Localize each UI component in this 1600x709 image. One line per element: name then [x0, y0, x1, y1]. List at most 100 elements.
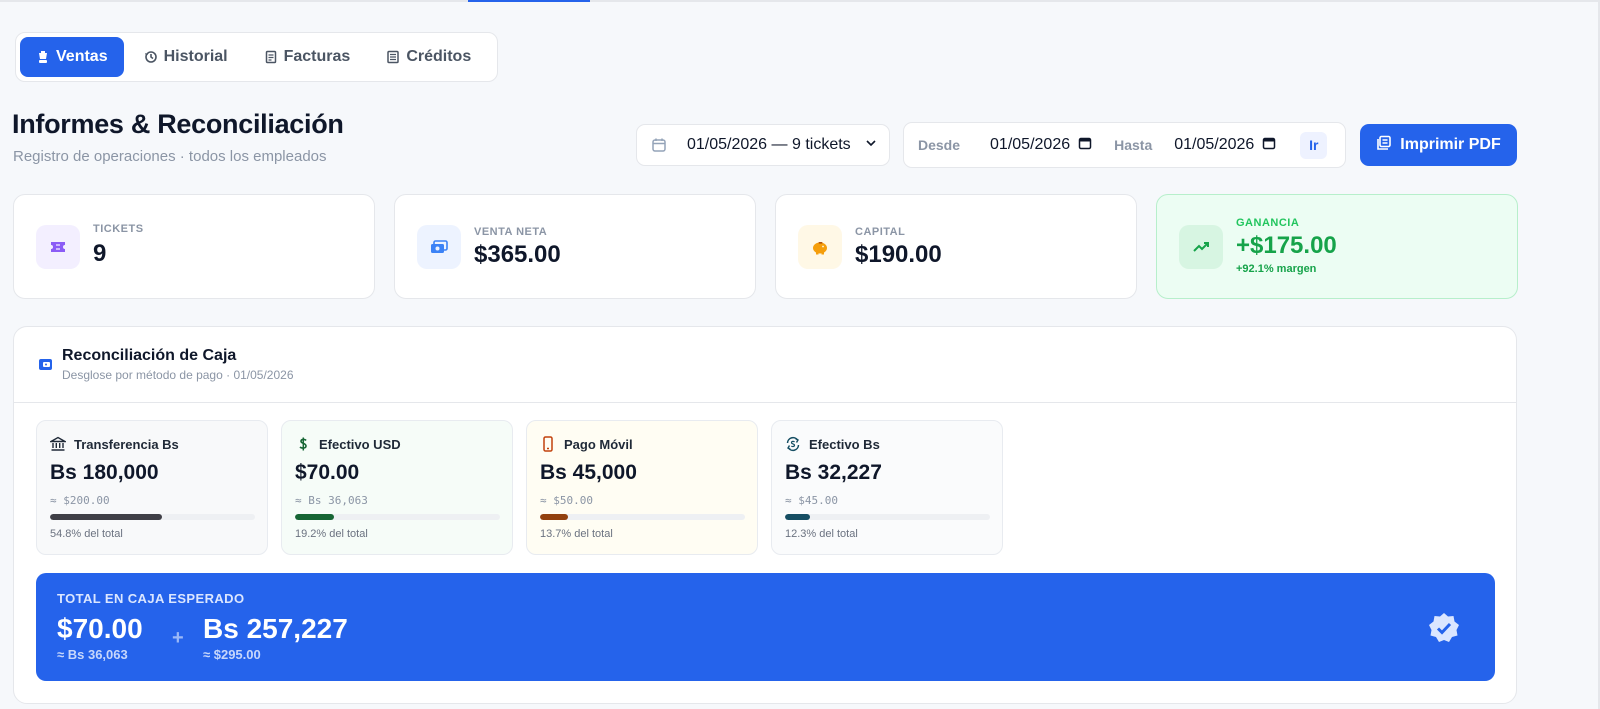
- cart-icon: [36, 50, 50, 64]
- total-plus: +: [172, 627, 184, 649]
- method-header: Efectivo USD: [295, 436, 401, 452]
- method-card-efectivo-bs: Efectivo Bs Bs 32,227 ≈ $45.00 12.3% del…: [771, 420, 1003, 555]
- stat-card-ganancia: GANANCIA +$175.00 +92.1% margen: [1156, 194, 1518, 299]
- bank-icon: [50, 436, 66, 452]
- stat-label: GANANCIA: [1236, 217, 1300, 229]
- stat-card-venta-neta: VENTA NETA $365.00: [394, 194, 756, 299]
- stat-value: $190.00: [855, 241, 942, 268]
- tab-label: Créditos: [406, 48, 472, 65]
- total-usd: $70.00: [57, 613, 143, 644]
- date-range-filter: Desde 01/05/2026 Hasta 01/05/2026 Ir: [903, 122, 1346, 168]
- method-header: Transferencia Bs: [50, 436, 179, 452]
- method-amount: Bs 45,000: [540, 461, 637, 484]
- method-progress-fill: [785, 514, 811, 520]
- tab-ventas[interactable]: Ventas: [20, 37, 124, 77]
- print-pdf-button[interactable]: Imprimir PDF: [1360, 124, 1517, 166]
- stat-card-tickets: TICKETS 9: [13, 194, 375, 299]
- dollar-icon: [295, 436, 311, 452]
- stat-value: 9: [93, 240, 107, 267]
- wallet-icon: [38, 357, 53, 372]
- calendar-icon[interactable]: [1262, 136, 1276, 155]
- calendar-icon: [651, 137, 667, 153]
- method-name: Pago Móvil: [564, 436, 633, 452]
- desde-date-value: 01/05/2026: [990, 136, 1071, 153]
- ticket-date-select[interactable]: 01/05/2026 — 9 tickets: [636, 124, 890, 166]
- method-progress: [50, 514, 255, 520]
- calendar-icon[interactable]: [1078, 136, 1092, 155]
- method-card-transferencia-bs: Transferencia Bs Bs 180,000 ≈ $200.00 54…: [36, 420, 268, 555]
- method-card-efectivo-usd: Efectivo USD $70.00 ≈ Bs 36,063 19.2% de…: [281, 420, 513, 555]
- tab-creditos[interactable]: Créditos: [370, 37, 487, 77]
- tab-historial[interactable]: Historial: [128, 37, 244, 77]
- total-usd-approx: ≈ Bs 36,063: [57, 647, 128, 662]
- ticket-icon: [36, 225, 80, 269]
- total-bs-approx: ≈ $295.00: [203, 647, 261, 662]
- piggy-bank-icon: [798, 225, 842, 269]
- tab-facturas[interactable]: Facturas: [248, 37, 367, 77]
- report-tabs: Ventas Historial Facturas Créditos: [15, 32, 498, 82]
- method-card-pago-movil: Pago Móvil Bs 45,000 ≈ $50.00 13.7% del …: [526, 420, 758, 555]
- method-progress-fill: [295, 514, 335, 520]
- expected-cash-total: TOTAL EN CAJA ESPERADO $70.00 ≈ Bs 36,06…: [36, 573, 1495, 681]
- credits-icon: [386, 50, 400, 64]
- stat-value: +$175.00: [1236, 232, 1337, 259]
- method-progress-fill: [540, 514, 569, 520]
- method-name: Efectivo Bs: [809, 436, 880, 452]
- stat-label: VENTA NETA: [474, 226, 548, 238]
- method-progress-fill: [50, 514, 163, 520]
- invoice-icon: [264, 50, 278, 64]
- tab-label: Ventas: [56, 48, 108, 65]
- chevron-down-icon: [865, 136, 877, 154]
- hasta-label: Hasta: [1114, 137, 1153, 153]
- desde-date-input[interactable]: 01/05/2026: [990, 136, 1092, 155]
- hasta-date-input[interactable]: 01/05/2026: [1174, 136, 1276, 155]
- method-name: Efectivo USD: [319, 436, 401, 452]
- method-approx: ≈ $200.00: [50, 494, 110, 507]
- method-header: Efectivo Bs: [785, 436, 880, 452]
- active-nav-indicator: [468, 0, 590, 2]
- method-amount: Bs 180,000: [50, 461, 159, 484]
- mobile-phone-icon: [540, 436, 556, 452]
- total-bs: Bs 257,227: [203, 613, 348, 644]
- method-percent: 19.2% del total: [295, 528, 368, 540]
- print-icon: [1376, 135, 1392, 156]
- method-amount: $70.00: [295, 461, 360, 484]
- exchange-icon: [785, 436, 801, 452]
- method-progress: [785, 514, 990, 520]
- method-name: Transferencia Bs: [74, 436, 179, 452]
- method-percent: 12.3% del total: [785, 528, 858, 540]
- reconciliation-panel: Reconciliación de Caja Desglose por méto…: [13, 326, 1517, 704]
- method-percent: 54.8% del total: [50, 528, 123, 540]
- ticket-select-value: 01/05/2026 — 9 tickets: [687, 136, 851, 153]
- panel-header: Reconciliación de Caja Desglose por méto…: [14, 327, 1516, 403]
- total-label: TOTAL EN CAJA ESPERADO: [57, 591, 245, 606]
- top-border: [0, 0, 1600, 2]
- stat-card-capital: CAPITAL $190.00: [775, 194, 1137, 299]
- method-percent: 13.7% del total: [540, 528, 613, 540]
- stat-value: $365.00: [474, 241, 561, 268]
- print-label: Imprimir PDF: [1400, 136, 1501, 153]
- verified-badge-icon: [1427, 611, 1461, 645]
- panel-title: Reconciliación de Caja: [62, 347, 237, 364]
- cash-icon: [417, 225, 461, 269]
- tab-label: Facturas: [283, 48, 351, 65]
- trend-up-icon: [1179, 225, 1223, 269]
- panel-subtitle: Desglose por método de pago · 01/05/2026: [62, 368, 294, 382]
- hasta-date-value: 01/05/2026: [1174, 136, 1255, 153]
- method-progress: [540, 514, 745, 520]
- tab-label: Historial: [163, 48, 228, 65]
- method-approx: ≈ $50.00: [540, 494, 593, 507]
- go-button[interactable]: Ir: [1300, 131, 1328, 159]
- stat-label: CAPITAL: [855, 226, 906, 238]
- desde-label: Desde: [918, 137, 961, 153]
- page-title: Informes & Reconciliación: [12, 109, 344, 139]
- method-progress: [295, 514, 500, 520]
- stat-label: TICKETS: [93, 223, 144, 235]
- method-approx: ≈ Bs 36,063: [295, 494, 368, 507]
- method-approx: ≈ $45.00: [785, 494, 838, 507]
- stat-margin: +92.1% margen: [1236, 263, 1317, 275]
- page-subtitle: Registro de operaciones · todos los empl…: [13, 148, 327, 165]
- method-header: Pago Móvil: [540, 436, 633, 452]
- method-amount: Bs 32,227: [785, 461, 882, 484]
- history-icon: [144, 50, 158, 64]
